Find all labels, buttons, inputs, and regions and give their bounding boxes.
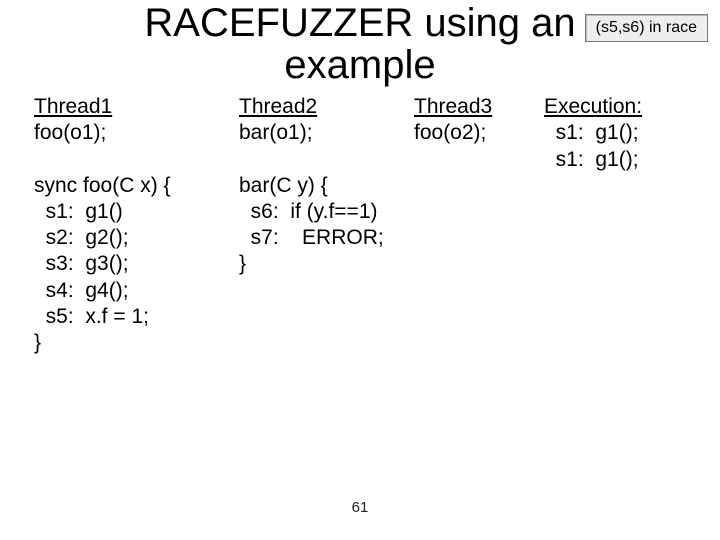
code-line: s7: ERROR;: [239, 225, 414, 251]
execution-header: Execution:: [544, 94, 696, 120]
thread3-column: Thread3 foo(o2);: [414, 94, 544, 147]
code-line: s3: g3();: [34, 251, 239, 277]
page-number: 61: [0, 499, 720, 516]
exec-line: s1: g1();: [544, 147, 696, 173]
code-line: bar(C y) {: [239, 173, 414, 199]
code-line: s5: x.f = 1;: [34, 304, 239, 330]
thread1-call: foo(o1);: [34, 120, 239, 146]
thread3-header: Thread3: [414, 94, 544, 120]
code-line: s1: g1(): [34, 199, 239, 225]
thread2-header: Thread2: [239, 94, 414, 120]
title-line-2: example: [284, 43, 435, 87]
thread1-header: Thread1: [34, 94, 239, 120]
title-line-1: RACEFUZZER using an: [144, 1, 575, 45]
execution-column: Execution: s1: g1(); s1: g1();: [544, 94, 696, 173]
code-line: }: [34, 330, 239, 356]
thread1-column: Thread1 foo(o1); sync foo(C x) { s1: g1(…: [34, 94, 239, 356]
code-line: s6: if (y.f==1): [239, 199, 414, 225]
thread2-call: bar(o1);: [239, 120, 414, 146]
exec-line: s1: g1();: [544, 120, 696, 146]
bar-body: bar(C y) { s6: if (y.f==1) s7: ERROR; }: [239, 173, 414, 278]
columns: Thread1 foo(o1); sync foo(C x) { s1: g1(…: [0, 94, 720, 356]
foo-body: sync foo(C x) { s1: g1() s2: g2(); s3: g…: [34, 173, 239, 357]
thread3-call: foo(o2);: [414, 120, 544, 146]
thread2-column: Thread2 bar(o1); bar(C y) { s6: if (y.f=…: [239, 94, 414, 278]
code-line: }: [239, 251, 414, 277]
code-line: s4: g4();: [34, 278, 239, 304]
code-line: sync foo(C x) {: [34, 173, 239, 199]
code-line: s2: g2();: [34, 225, 239, 251]
race-badge: (s5,s6) in race: [585, 14, 708, 42]
